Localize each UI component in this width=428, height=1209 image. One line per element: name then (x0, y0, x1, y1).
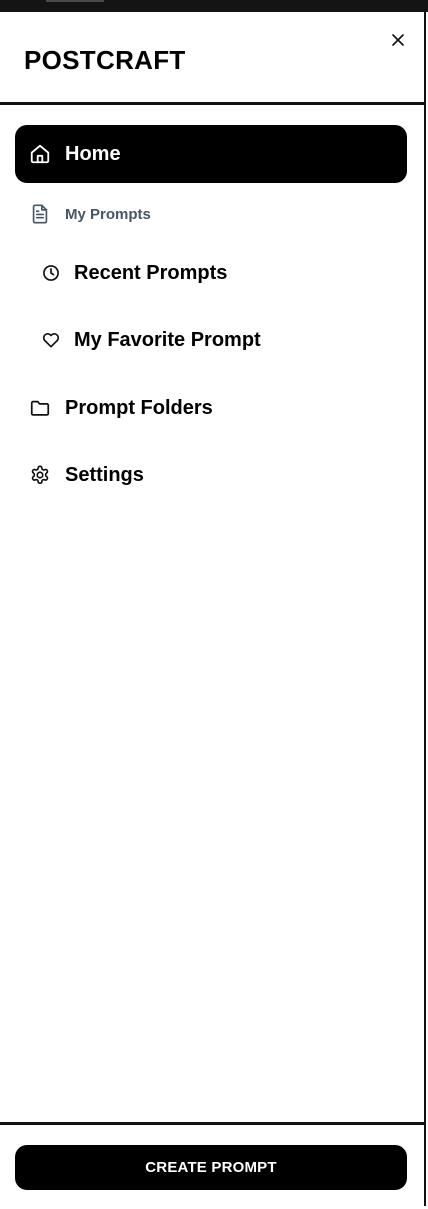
brand-logo: POSTCRAFT (24, 45, 186, 75)
folder-icon (29, 397, 51, 419)
clock-icon (40, 262, 62, 284)
home-icon (29, 143, 51, 165)
close-button[interactable] (388, 30, 408, 50)
nav-item-my-prompts-label: My Prompts (65, 205, 151, 223)
nav-item-my-prompts[interactable]: My Prompts (29, 201, 151, 227)
nav-item-prompt-folders-label: Prompt Folders (65, 396, 213, 419)
drawer-footer: CREATE PROMPT (0, 1122, 424, 1209)
nav-item-prompt-folders[interactable]: Prompt Folders (29, 393, 213, 423)
nav-item-home[interactable]: Home (15, 125, 407, 183)
document-icon (29, 203, 51, 225)
nav-item-recent-prompts-label: Recent Prompts (74, 261, 228, 284)
window-top-bar (0, 0, 428, 12)
navigation-drawer: POSTCRAFT Home My Prompts Recent Prompts… (0, 12, 426, 1206)
top-bar-handle (46, 0, 104, 2)
nav-item-recent-prompts[interactable]: Recent Prompts (40, 258, 227, 288)
close-icon (392, 34, 404, 46)
nav-item-settings[interactable]: Settings (29, 460, 144, 490)
nav-item-settings-label: Settings (65, 463, 144, 486)
drawer-header: POSTCRAFT (0, 12, 424, 105)
create-prompt-button[interactable]: CREATE PROMPT (15, 1145, 407, 1190)
nav-item-favorite-prompt[interactable]: My Favorite Prompt (40, 325, 261, 355)
nav-item-favorite-prompt-label: My Favorite Prompt (74, 328, 261, 351)
heart-icon (40, 329, 62, 351)
gear-icon (29, 464, 51, 486)
nav-item-home-label: Home (65, 142, 121, 165)
